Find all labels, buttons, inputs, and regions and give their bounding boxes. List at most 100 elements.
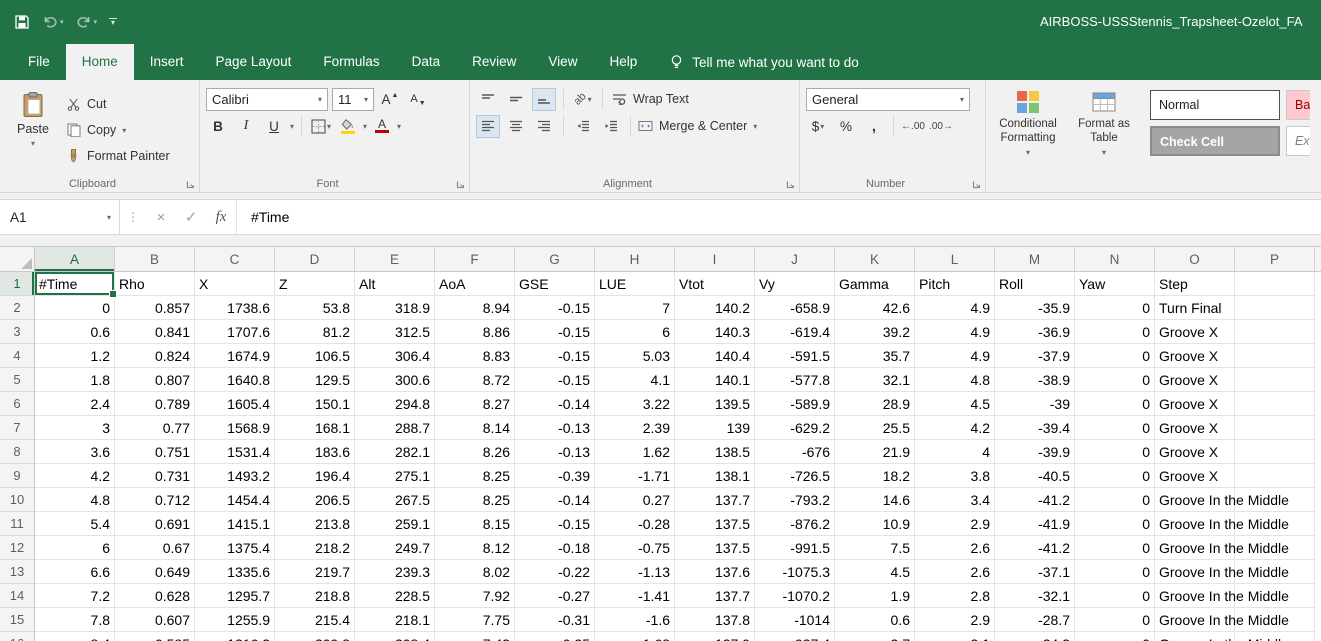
cell-G12[interactable]: -0.18 xyxy=(515,536,595,560)
cell-J3[interactable]: -619.4 xyxy=(755,320,835,344)
cell-C6[interactable]: 1605.4 xyxy=(195,392,275,416)
row-header-11[interactable]: 11 xyxy=(0,512,35,536)
cell-F15[interactable]: 7.75 xyxy=(435,608,515,632)
row-header-12[interactable]: 12 xyxy=(0,536,35,560)
column-header-A[interactable]: A xyxy=(35,247,115,271)
column-header-I[interactable]: I xyxy=(675,247,755,271)
cell-G5[interactable]: -0.15 xyxy=(515,368,595,392)
cell-N2[interactable]: 0 xyxy=(1075,296,1155,320)
insert-function-button[interactable]: fx xyxy=(206,200,236,234)
cell-G13[interactable]: -0.22 xyxy=(515,560,595,584)
cell-C8[interactable]: 1531.4 xyxy=(195,440,275,464)
orientation-button[interactable]: ab▾ xyxy=(571,88,595,111)
cell-K5[interactable]: 32.1 xyxy=(835,368,915,392)
cell-P13[interactable] xyxy=(1235,560,1315,584)
tab-page-layout[interactable]: Page Layout xyxy=(200,44,308,80)
cell-F5[interactable]: 8.72 xyxy=(435,368,515,392)
cell-N8[interactable]: 0 xyxy=(1075,440,1155,464)
cell-L11[interactable]: 2.9 xyxy=(915,512,995,536)
cell-D13[interactable]: 219.7 xyxy=(275,560,355,584)
cell-L3[interactable]: 4.9 xyxy=(915,320,995,344)
cell-style-explanatory[interactable]: Ex xyxy=(1286,126,1310,156)
cell-O10[interactable]: Groove In the Middle xyxy=(1155,488,1235,512)
cell-L9[interactable]: 3.8 xyxy=(915,464,995,488)
cell-J13[interactable]: -1075.3 xyxy=(755,560,835,584)
cell-B13[interactable]: 0.649 xyxy=(115,560,195,584)
cell-K10[interactable]: 14.6 xyxy=(835,488,915,512)
cell-A4[interactable]: 1.2 xyxy=(35,344,115,368)
format-as-table-button[interactable]: Format as Table ▾ xyxy=(1066,86,1142,158)
alignment-dialog-launcher[interactable] xyxy=(786,180,795,189)
column-header-G[interactable]: G xyxy=(515,247,595,271)
cell-J9[interactable]: -726.5 xyxy=(755,464,835,488)
column-header-B[interactable]: B xyxy=(115,247,195,271)
cell-N10[interactable]: 0 xyxy=(1075,488,1155,512)
cell-B8[interactable]: 0.751 xyxy=(115,440,195,464)
cell-D2[interactable]: 53.8 xyxy=(275,296,355,320)
cell-C1[interactable]: X xyxy=(195,272,275,296)
cell-E9[interactable]: 275.1 xyxy=(355,464,435,488)
cell-G15[interactable]: -0.31 xyxy=(515,608,595,632)
cell-H2[interactable]: 7 xyxy=(595,296,675,320)
cell-F9[interactable]: 8.25 xyxy=(435,464,515,488)
cell-E6[interactable]: 294.8 xyxy=(355,392,435,416)
column-header-K[interactable]: K xyxy=(835,247,915,271)
paste-button[interactable]: Paste ▾ xyxy=(4,86,62,166)
format-painter-button[interactable]: Format Painter xyxy=(66,146,170,166)
row-header-2[interactable]: 2 xyxy=(0,296,35,320)
column-header-N[interactable]: N xyxy=(1075,247,1155,271)
row-header-14[interactable]: 14 xyxy=(0,584,35,608)
cell-L2[interactable]: 4.9 xyxy=(915,296,995,320)
column-header-F[interactable]: F xyxy=(435,247,515,271)
cell-C14[interactable]: 1295.7 xyxy=(195,584,275,608)
number-format-select[interactable]: General ▾ xyxy=(806,88,970,111)
cell-M2[interactable]: -35.9 xyxy=(995,296,1075,320)
cell-B10[interactable]: 0.712 xyxy=(115,488,195,512)
cell-O5[interactable]: Groove X xyxy=(1155,368,1235,392)
cell-E7[interactable]: 288.7 xyxy=(355,416,435,440)
cell-B3[interactable]: 0.841 xyxy=(115,320,195,344)
cell-F3[interactable]: 8.86 xyxy=(435,320,515,344)
cell-F14[interactable]: 7.92 xyxy=(435,584,515,608)
cell-A1[interactable]: #Time xyxy=(35,272,115,296)
cell-A2[interactable]: 0 xyxy=(35,296,115,320)
cell-N5[interactable]: 0 xyxy=(1075,368,1155,392)
underline-button[interactable]: U xyxy=(262,115,286,138)
cell-H3[interactable]: 6 xyxy=(595,320,675,344)
cell-P15[interactable] xyxy=(1235,608,1315,632)
cell-style-bad[interactable]: Ba xyxy=(1286,90,1310,120)
qat-customize-button[interactable]: ▾ xyxy=(109,18,117,26)
cell-O6[interactable]: Groove X xyxy=(1155,392,1235,416)
cell-F13[interactable]: 8.02 xyxy=(435,560,515,584)
cell-G8[interactable]: -0.13 xyxy=(515,440,595,464)
cell-B9[interactable]: 0.731 xyxy=(115,464,195,488)
cell-D1[interactable]: Z xyxy=(275,272,355,296)
cell-I16[interactable]: 137.9 xyxy=(675,632,755,641)
cell-O7[interactable]: Groove X xyxy=(1155,416,1235,440)
cell-N16[interactable]: 0 xyxy=(1075,632,1155,641)
cell-K12[interactable]: 7.5 xyxy=(835,536,915,560)
cell-L13[interactable]: 2.6 xyxy=(915,560,995,584)
cell-A3[interactable]: 0.6 xyxy=(35,320,115,344)
row-header-4[interactable]: 4 xyxy=(0,344,35,368)
cell-I13[interactable]: 137.6 xyxy=(675,560,755,584)
cell-A16[interactable]: 8.4 xyxy=(35,632,115,641)
cell-C13[interactable]: 1335.6 xyxy=(195,560,275,584)
cell-J4[interactable]: -591.5 xyxy=(755,344,835,368)
column-header-J[interactable]: J xyxy=(755,247,835,271)
cell-G3[interactable]: -0.15 xyxy=(515,320,595,344)
column-header-H[interactable]: H xyxy=(595,247,675,271)
cell-A10[interactable]: 4.8 xyxy=(35,488,115,512)
cell-C2[interactable]: 1738.6 xyxy=(195,296,275,320)
cell-M11[interactable]: -41.9 xyxy=(995,512,1075,536)
cell-I4[interactable]: 140.4 xyxy=(675,344,755,368)
cell-H12[interactable]: -0.75 xyxy=(595,536,675,560)
copy-button[interactable]: Copy ▾ xyxy=(66,120,170,140)
cell-M16[interactable]: -24.3 xyxy=(995,632,1075,641)
cell-D16[interactable]: 209.8 xyxy=(275,632,355,641)
cell-A13[interactable]: 6.6 xyxy=(35,560,115,584)
cell-C9[interactable]: 1493.2 xyxy=(195,464,275,488)
cell-F2[interactable]: 8.94 xyxy=(435,296,515,320)
cell-E8[interactable]: 282.1 xyxy=(355,440,435,464)
cell-J8[interactable]: -676 xyxy=(755,440,835,464)
